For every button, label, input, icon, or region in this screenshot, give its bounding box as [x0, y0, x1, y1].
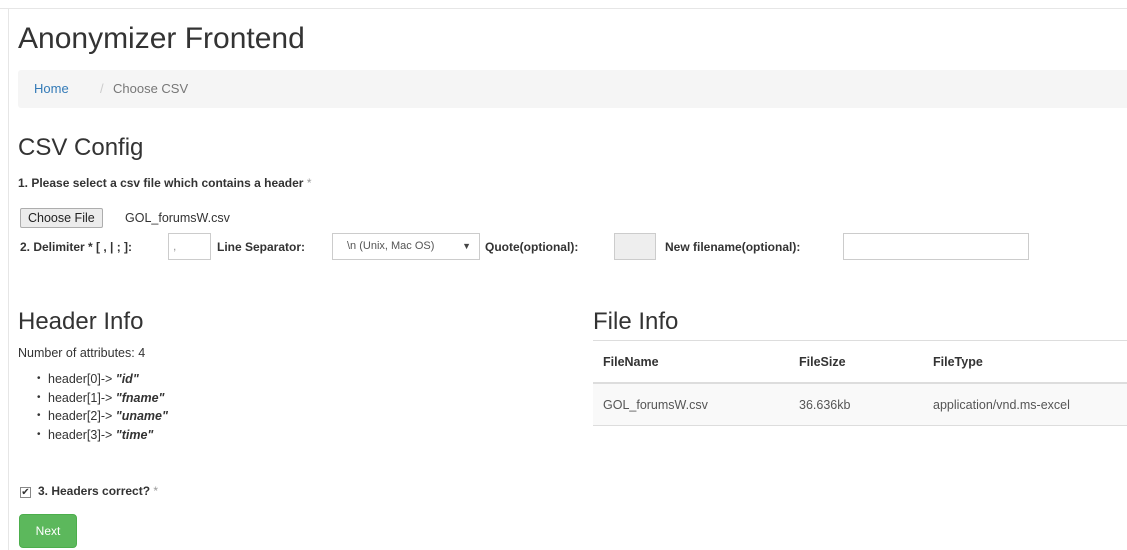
header-list: • header[0]-> "id" • header[1]-> "fname" •…: [37, 370, 168, 445]
header-prefix: header[3]->: [48, 427, 113, 442]
list-item: • header[0]-> "id": [37, 370, 168, 389]
check-icon: ✔: [21, 487, 30, 498]
header-name: "fname": [115, 390, 165, 405]
selected-file-name: GOL_forumsW.csv: [125, 211, 230, 225]
table-header-row: FileName FileSize FileType: [593, 340, 1127, 384]
next-button[interactable]: Next: [19, 514, 77, 548]
header-name: "id": [115, 372, 139, 386]
file-info-title: File Info: [593, 308, 679, 335]
column-header-filetype: FileType: [923, 340, 1127, 384]
quote-label: Quote(optional):: [485, 240, 579, 254]
line-separator-select[interactable]: \n (Unix, Mac OS) ▼: [332, 233, 480, 260]
header-prefix: header[1]->: [48, 390, 113, 405]
list-item: • header[3]-> "time": [37, 426, 168, 445]
file-info-table: FileName FileSize FileType GOL_forumsW.c…: [593, 340, 1127, 426]
line-separator-label: Line Separator:: [217, 240, 306, 254]
table-row: GOL_forumsW.csv 36.636kb application/vnd…: [593, 382, 1127, 426]
delimiter-label: 2. Delimiter * [ , | ; ]:: [20, 240, 133, 254]
header-prefix: header[2]->: [48, 409, 113, 423]
chevron-down-icon: ▼: [462, 241, 471, 251]
bullet-icon: •: [37, 373, 41, 384]
attribute-count: Number of attributes: 4: [18, 346, 146, 360]
breadcrumb-current: Choose CSV: [113, 81, 189, 96]
headers-correct-checkbox[interactable]: ✔: [20, 487, 31, 498]
header-prefix: header[0]->: [48, 372, 113, 386]
header-name: "uname": [115, 409, 168, 423]
breadcrumb-separator: /: [100, 81, 104, 96]
page-left-border: [8, 8, 9, 550]
bullet-icon: •: [37, 391, 41, 403]
header-name: "time": [115, 427, 154, 442]
required-mark: *: [306, 176, 312, 190]
new-filename-input[interactable]: [843, 233, 1029, 260]
cell-filesize: 36.636kb: [789, 382, 923, 426]
line-separator-value: \n (Unix, Mac OS): [347, 240, 435, 252]
step3-text: 3. Headers correct?: [38, 484, 151, 498]
header-info-title: Header Info: [18, 308, 144, 335]
quote-input[interactable]: [614, 233, 656, 260]
required-mark: *: [153, 484, 159, 498]
cell-filetype: application/vnd.ms-excel: [923, 382, 1127, 426]
step1-text: 1. Please select a csv file which contai…: [18, 176, 304, 190]
csv-config-title: CSV Config: [18, 134, 144, 161]
breadcrumb: Home / Choose CSV: [18, 70, 1127, 108]
column-header-filesize: FileSize: [789, 340, 923, 384]
new-filename-label: New filename(optional):: [665, 240, 801, 254]
list-item: • header[2]-> "uname": [37, 407, 168, 426]
column-header-filename: FileName: [593, 340, 789, 384]
app-title: Anonymizer Frontend: [18, 22, 305, 55]
breadcrumb-home-link[interactable]: Home: [34, 70, 69, 108]
list-item: • header[1]-> "fname": [37, 389, 168, 408]
cell-filename: GOL_forumsW.csv: [593, 382, 789, 426]
step1-label: 1. Please select a csv file which contai…: [18, 176, 312, 190]
step3-label: 3. Headers correct? *: [38, 484, 158, 498]
delimiter-input[interactable]: ,: [168, 233, 211, 260]
bullet-icon: •: [37, 428, 41, 440]
choose-file-button[interactable]: Choose File: [20, 208, 103, 228]
bullet-icon: •: [37, 410, 41, 421]
page-top-border: [0, 8, 1127, 9]
